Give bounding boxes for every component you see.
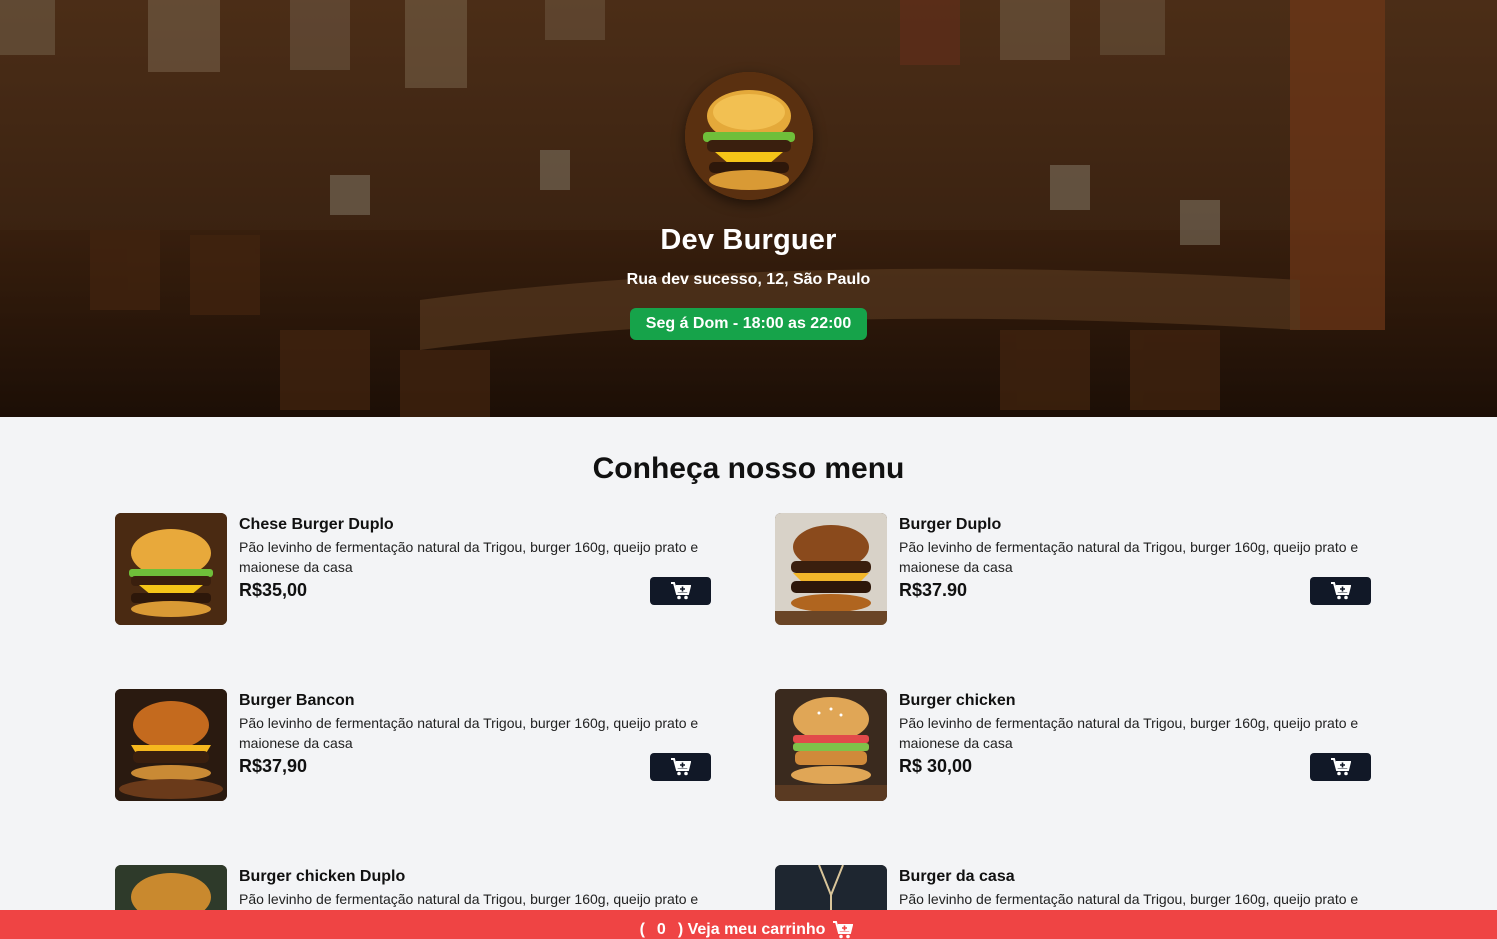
restaurant-name: Dev Burguer <box>660 224 837 256</box>
item-name: Burger chicken <box>899 692 1016 709</box>
burger-image <box>775 689 887 801</box>
menu-item: Burger Bancon Pão levinho de fermentação… <box>115 689 711 801</box>
add-to-cart-button[interactable] <box>1310 753 1371 781</box>
menu-item: Chese Burger Duplo Pão levinho de fermen… <box>115 513 711 625</box>
menu-item: Burger Duplo Pão levinho de fermentação … <box>775 513 1371 625</box>
cart-bar[interactable]: ( 0 ) Veja meu carrinho <box>0 910 1497 939</box>
cart-plus-icon <box>1330 758 1351 776</box>
menu-item: Burger chicken Pão levinho de fermentaçã… <box>775 689 1371 801</box>
item-name: Burger Bancon <box>239 692 355 709</box>
item-description: Pão levinho de fermentação natural da Tr… <box>899 539 1359 575</box>
item-description: Pão levinho de fermentação natural da Tr… <box>239 715 699 751</box>
view-cart-button[interactable]: ( 0 ) Veja meu carrinho <box>640 921 854 939</box>
item-name: Burger Duplo <box>899 516 1002 533</box>
item-description: Pão levinho de fermentação natural da Tr… <box>899 715 1359 751</box>
add-to-cart-button[interactable] <box>1310 577 1371 605</box>
opening-hours-badge: Seg á Dom - 18:00 as 22:00 <box>629 308 868 340</box>
cart-plus-icon <box>833 921 854 939</box>
view-cart-label: ) Veja meu carrinho <box>677 921 826 938</box>
item-name: Chese Burger Duplo <box>239 516 394 533</box>
add-to-cart-button[interactable] <box>650 753 711 781</box>
item-price: R$37.90 <box>899 580 968 600</box>
menu-title: Conheça nosso menu <box>592 452 905 485</box>
restaurant-logo <box>684 72 813 200</box>
add-to-cart-button[interactable] <box>650 577 711 605</box>
item-name: Burger da casa <box>899 868 1015 885</box>
hero-banner: Dev Burguer Rua dev sucesso, 12, São Pau… <box>0 0 1497 417</box>
item-price: R$ 30,00 <box>899 756 973 776</box>
burger-image <box>775 513 887 625</box>
burger-image <box>115 689 227 801</box>
item-price: R$37,90 <box>239 756 308 776</box>
item-name: Burger chicken Duplo <box>239 868 406 885</box>
menu-grid: Chese Burger Duplo Pão levinho de fermen… <box>115 513 1371 939</box>
restaurant-address: Rua dev sucesso, 12, São Paulo <box>626 271 871 288</box>
cart-plus-icon <box>1330 582 1351 600</box>
cart-open-paren: ( <box>639 921 645 938</box>
item-price: R$35,00 <box>239 580 308 600</box>
cart-plus-icon <box>670 582 691 600</box>
item-description: Pão levinho de fermentação natural da Tr… <box>239 539 699 575</box>
cart-plus-icon <box>670 758 691 776</box>
cart-count: 0 <box>656 921 666 938</box>
burger-image <box>115 513 227 625</box>
